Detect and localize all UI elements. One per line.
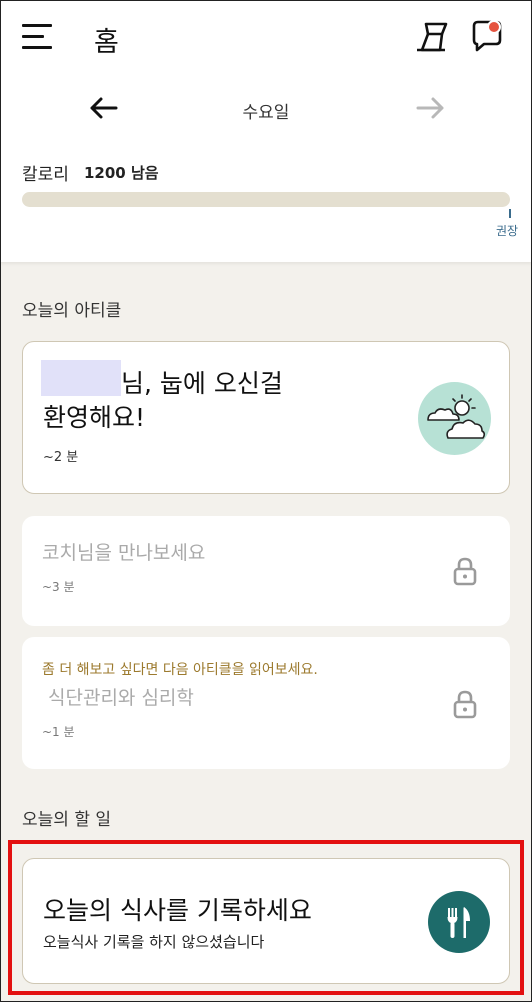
notification-dot bbox=[487, 20, 501, 34]
todo-section-title: 오늘의 할 일 bbox=[22, 810, 112, 830]
coach-read-time: ~3 분 bbox=[42, 580, 75, 594]
calorie-progress-bar bbox=[22, 192, 510, 207]
welcome-title-line2: 환영해요! bbox=[43, 403, 146, 432]
articles-section-title: 오늘의 아티클 bbox=[22, 301, 122, 321]
lock-icon bbox=[453, 690, 477, 719]
arrow-right-icon[interactable] bbox=[414, 94, 448, 122]
top-header: 홈 수요일 칼로리 1200 남음 권장 bbox=[0, 0, 532, 262]
psychology-article-card[interactable]: 좀 더 해보고 싶다면 다음 아티클을 읽어보세요. 식단관리와 심리학 ~1 … bbox=[22, 637, 510, 769]
psychology-title: 식단관리와 심리학 bbox=[48, 687, 194, 709]
report-icon[interactable] bbox=[414, 20, 450, 54]
psychology-read-time: ~1 분 bbox=[42, 725, 75, 739]
weather-icon bbox=[418, 382, 491, 455]
next-article-note: 좀 더 해보고 싶다면 다음 아티클을 읽어보세요. bbox=[42, 662, 318, 678]
calorie-remaining: 1200 남음 bbox=[84, 164, 159, 182]
highlight-box bbox=[8, 840, 524, 995]
welcome-read-time: ~2 분 bbox=[43, 450, 79, 465]
coach-title: 코치님을 만나보세요 bbox=[42, 542, 206, 564]
recommended-label: 권장 bbox=[496, 224, 519, 238]
welcome-article-card[interactable]: 님, 눕에 오신걸 환영해요! ~2 분 bbox=[22, 341, 510, 494]
lock-icon bbox=[453, 557, 477, 586]
hamburger-menu-icon[interactable] bbox=[22, 24, 52, 50]
calorie-label: 칼로리 bbox=[22, 165, 69, 185]
page-title: 홈 bbox=[94, 27, 119, 58]
recommended-marker bbox=[509, 209, 511, 218]
day-label: 수요일 bbox=[242, 103, 290, 123]
welcome-title-line1: 님, 눕에 오신걸 bbox=[121, 369, 283, 398]
redacted-user-name bbox=[41, 360, 121, 396]
coach-article-card[interactable]: 코치님을 만나보세요 ~3 분 bbox=[22, 516, 510, 626]
